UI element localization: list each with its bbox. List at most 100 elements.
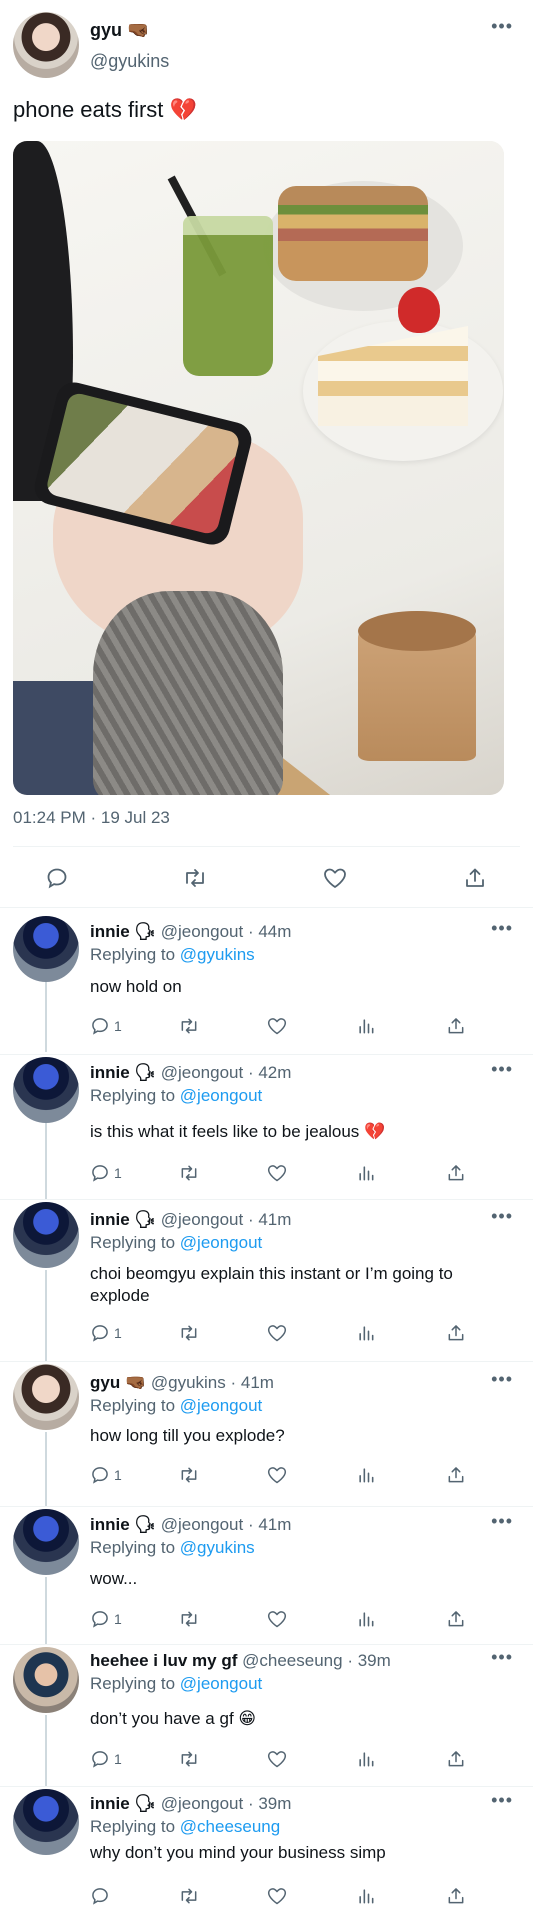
reply-tweet[interactable]: innie 🗣 @jeongout · 41m ••• Replying to …	[0, 1200, 533, 1362]
reply-author-handle[interactable]: @jeongout	[161, 1210, 244, 1229]
replying-to: Replying to @gyukins	[90, 1538, 255, 1557]
replying-to-link[interactable]: @cheeseung	[180, 1817, 280, 1836]
more-icon[interactable]: •••	[491, 1206, 513, 1227]
comment-button[interactable]	[90, 1883, 114, 1909]
reply-time[interactable]: 39m	[358, 1651, 391, 1670]
reply-author-handle[interactable]: @cheeseung	[242, 1651, 342, 1670]
reply-text: wow...	[90, 1569, 138, 1588]
avatar[interactable]	[13, 1364, 79, 1430]
reply-author-handle[interactable]: @jeongout	[161, 922, 244, 941]
reply-author-name[interactable]: innie 🗣	[90, 922, 156, 941]
retweet-icon[interactable]	[178, 1746, 200, 1772]
comment-icon[interactable]	[42, 863, 72, 893]
more-icon[interactable]: •••	[491, 918, 513, 939]
reply-author-name[interactable]: heehee i luv my gf	[90, 1651, 237, 1670]
share-icon[interactable]	[446, 1320, 466, 1346]
retweet-icon[interactable]	[180, 863, 210, 893]
views-icon[interactable]	[356, 1883, 376, 1909]
like-icon[interactable]	[266, 1883, 288, 1909]
replying-to-link[interactable]: @gyukins	[180, 1538, 255, 1557]
reply-time[interactable]: 44m	[258, 922, 291, 941]
author-handle[interactable]: @gyukins	[90, 51, 169, 72]
avatar[interactable]	[13, 1509, 79, 1575]
comment-button[interactable]: 1	[90, 1013, 122, 1039]
more-icon[interactable]: •••	[491, 1511, 513, 1532]
reply-author-handle[interactable]: @gyukins	[151, 1373, 226, 1392]
like-icon[interactable]	[266, 1606, 288, 1632]
views-icon[interactable]	[356, 1462, 376, 1488]
avatar[interactable]	[13, 1202, 79, 1268]
reply-tweet[interactable]: innie 🗣 @jeongout · 39m ••• Replying to …	[0, 1787, 533, 1920]
retweet-icon[interactable]	[178, 1606, 200, 1632]
divider	[0, 907, 533, 908]
more-icon[interactable]: •••	[491, 16, 513, 37]
replying-to-link[interactable]: @jeongout	[180, 1396, 263, 1415]
comment-button[interactable]: 1	[90, 1320, 122, 1346]
comment-button[interactable]: 1	[90, 1462, 122, 1488]
tweet-timestamp[interactable]: 01:24 PM · 19 Jul 23	[13, 808, 170, 828]
share-icon[interactable]	[446, 1883, 466, 1909]
views-icon[interactable]	[356, 1160, 376, 1186]
retweet-icon[interactable]	[178, 1013, 200, 1039]
more-icon[interactable]: •••	[491, 1369, 513, 1390]
avatar[interactable]	[13, 916, 79, 982]
reply-tweet[interactable]: innie 🗣 @jeongout · 41m ••• Replying to …	[0, 1507, 533, 1645]
avatar[interactable]	[13, 1647, 79, 1713]
avatar[interactable]	[13, 1789, 79, 1855]
reply-tweet[interactable]: innie 🗣 @jeongout · 44m ••• Replying to …	[0, 910, 533, 1055]
reply-author-name[interactable]: innie 🗣	[90, 1063, 156, 1082]
comment-button[interactable]: 1	[90, 1606, 122, 1632]
like-icon[interactable]	[266, 1462, 288, 1488]
like-icon[interactable]	[266, 1746, 288, 1772]
replying-to-link[interactable]: @gyukins	[180, 945, 255, 964]
views-icon[interactable]	[356, 1013, 376, 1039]
reply-tweet[interactable]: gyu 🤜🏾 @gyukins · 41m ••• Replying to @j…	[0, 1362, 533, 1507]
author-name[interactable]: gyu 🤜🏾	[90, 20, 149, 41]
like-icon[interactable]	[320, 863, 350, 893]
share-icon[interactable]	[446, 1013, 466, 1039]
reply-tweet[interactable]: heehee i luv my gf @cheeseung · 39m ••• …	[0, 1645, 533, 1787]
like-icon[interactable]	[266, 1013, 288, 1039]
like-icon[interactable]	[266, 1160, 288, 1186]
replying-to-link[interactable]: @jeongout	[180, 1086, 263, 1105]
views-icon[interactable]	[356, 1606, 376, 1632]
retweet-icon[interactable]	[178, 1320, 200, 1346]
more-icon[interactable]: •••	[491, 1059, 513, 1080]
reply-time[interactable]: 41m	[241, 1373, 274, 1392]
reply-author-handle[interactable]: @jeongout	[161, 1515, 244, 1534]
reply-time[interactable]: 41m	[258, 1210, 291, 1229]
reply-author-name[interactable]: gyu 🤜🏾	[90, 1373, 146, 1392]
reply-author-handle[interactable]: @jeongout	[161, 1063, 244, 1082]
reply-text: now hold on	[90, 977, 182, 996]
comment-icon	[92, 1611, 108, 1628]
views-icon[interactable]	[356, 1320, 376, 1346]
reply-time[interactable]: 39m	[258, 1794, 291, 1813]
comment-icon	[92, 1888, 108, 1905]
retweet-icon[interactable]	[178, 1883, 200, 1909]
reply-author-name[interactable]: innie 🗣	[90, 1515, 156, 1534]
reply-time[interactable]: 42m	[258, 1063, 291, 1082]
share-icon[interactable]	[446, 1746, 466, 1772]
comment-button[interactable]: 1	[90, 1160, 122, 1186]
reply-author-name[interactable]: innie 🗣	[90, 1794, 156, 1813]
avatar[interactable]	[13, 12, 79, 78]
like-icon[interactable]	[266, 1320, 288, 1346]
replying-to-link[interactable]: @jeongout	[180, 1674, 263, 1693]
reply-tweet[interactable]: innie 🗣 @jeongout · 42m ••• Replying to …	[0, 1055, 533, 1200]
share-icon[interactable]	[446, 1462, 466, 1488]
share-icon[interactable]	[446, 1606, 466, 1632]
share-icon[interactable]	[460, 863, 490, 893]
reply-author-handle[interactable]: @jeongout	[161, 1794, 244, 1813]
comment-button[interactable]: 1	[90, 1746, 122, 1772]
reply-time[interactable]: 41m	[258, 1515, 291, 1534]
reply-author-name[interactable]: innie 🗣	[90, 1210, 156, 1229]
share-icon[interactable]	[446, 1160, 466, 1186]
more-icon[interactable]: •••	[491, 1790, 513, 1811]
retweet-icon[interactable]	[178, 1462, 200, 1488]
avatar[interactable]	[13, 1057, 79, 1123]
tweet-photo[interactable]	[13, 141, 504, 795]
retweet-icon[interactable]	[178, 1160, 200, 1186]
replying-to-link[interactable]: @jeongout	[180, 1233, 263, 1252]
more-icon[interactable]: •••	[491, 1647, 513, 1668]
views-icon[interactable]	[356, 1746, 376, 1772]
